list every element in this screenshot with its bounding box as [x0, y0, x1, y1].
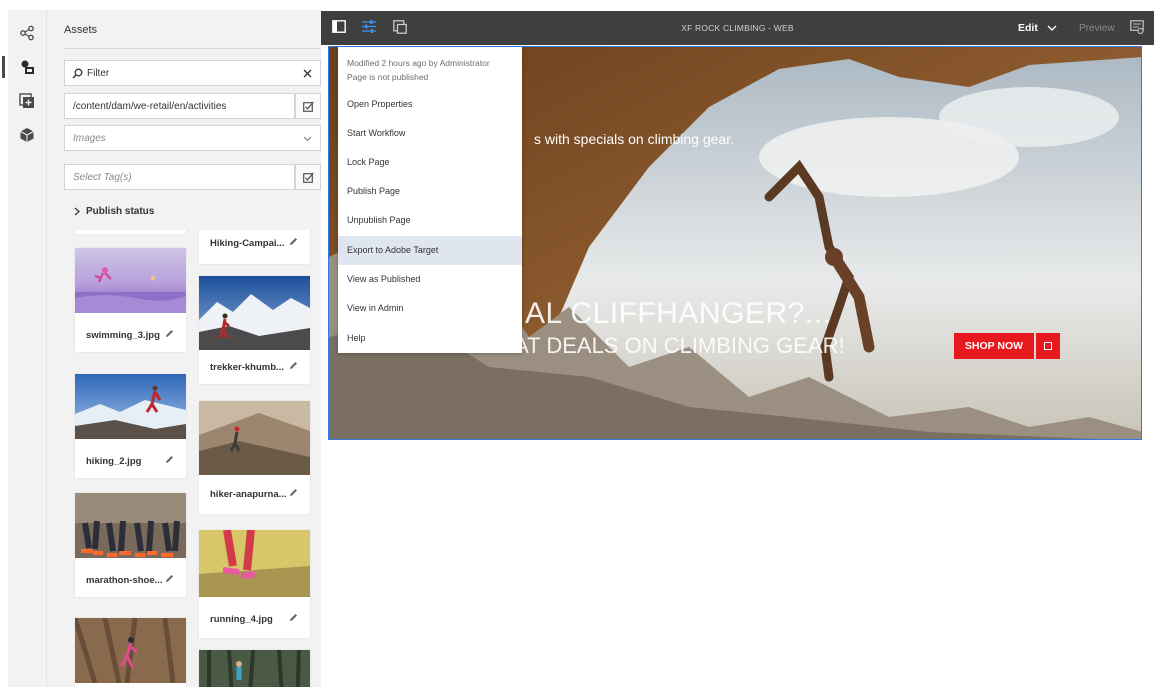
menu-item-publish-page[interactable]: Publish Page [338, 177, 522, 206]
asset-name: running_4.jpg [210, 614, 273, 625]
checkbox-icon [303, 101, 314, 112]
asset-card[interactable] [75, 618, 186, 687]
asset-thumbnail [199, 401, 310, 475]
edit-icon[interactable] [289, 613, 298, 622]
checkbox-icon [303, 172, 314, 183]
modified-info: Modified 2 hours ago by Administrator [347, 58, 490, 68]
divider [64, 48, 321, 49]
menu-item-label: Lock Page [347, 157, 390, 167]
path-browse-button[interactable] [295, 93, 321, 119]
edit-icon[interactable] [165, 455, 174, 464]
menu-item-view-in-admin[interactable]: View in Admin [338, 294, 522, 323]
editor-toolbar: XF ROCK CLIMBING - WEB Edit Preview [321, 11, 1154, 45]
mode-label: Edit [1018, 22, 1038, 34]
mode-selector[interactable]: Edit [1018, 22, 1057, 34]
asset-name: hiking_2.jpg [86, 456, 142, 467]
menu-item-label: Unpublish Page [347, 215, 411, 225]
chevron-down-icon [303, 136, 312, 142]
edit-icon[interactable] [289, 361, 298, 370]
asset-thumbnail [199, 276, 310, 350]
asset-card[interactable]: Hiking-Campai... [199, 230, 310, 264]
menu-item-export-to-adobe-target[interactable]: Export to Adobe Target [338, 236, 522, 265]
side-rail [2, 10, 47, 687]
shop-now-secondary-button[interactable] [1036, 333, 1060, 359]
asset-thumbnail [75, 374, 186, 439]
page-info: Modified 2 hours ago by Administrator Pa… [347, 56, 490, 84]
preview-button[interactable]: Preview [1079, 23, 1115, 34]
asset-card[interactable] [199, 650, 310, 687]
asset-thumbnail [75, 493, 186, 558]
asset-name: marathon-shoe... [86, 575, 163, 586]
asset-card[interactable]: swimming_3.jpg [75, 248, 186, 352]
menu-item-label: Start Workflow [347, 128, 406, 138]
menu-item-start-workflow[interactable]: Start Workflow [338, 119, 522, 148]
rail-item-content-fragments[interactable] [8, 118, 46, 152]
tags-field[interactable]: Select Tag(s) [64, 164, 321, 190]
menu-item-label: Open Properties [347, 99, 413, 109]
filter-field[interactable]: Filter [64, 60, 321, 86]
edit-icon[interactable] [165, 329, 174, 338]
edit-icon[interactable] [289, 488, 298, 497]
asset-card[interactable]: marathon-shoe... [75, 493, 186, 597]
placeholder-icon [1044, 342, 1052, 350]
menu-item-label: View as Published [347, 274, 421, 284]
asset-card[interactable]: trekker-khumb... [199, 276, 310, 384]
asset-type-select[interactable]: Images [64, 125, 321, 151]
asset-thumbnail [199, 530, 310, 597]
components-icon [19, 93, 34, 108]
rail-item-references[interactable] [8, 16, 46, 50]
asset-card[interactable]: hiking_2.jpg [75, 374, 186, 478]
menu-item-unpublish-page[interactable]: Unpublish Page [338, 206, 522, 235]
close-icon[interactable] [303, 69, 312, 78]
chevron-right-icon [74, 207, 80, 216]
content-fragments-icon [20, 128, 34, 142]
search-icon [72, 68, 83, 79]
hero-headline: AL CLIFFHANGER?... [525, 297, 832, 330]
publish-state: Page is not published [347, 72, 429, 82]
hero-subtitle: s with specials on climbing gear. [534, 131, 734, 147]
edit-icon[interactable] [165, 574, 174, 583]
asset-card[interactable] [75, 230, 186, 234]
tags-input[interactable]: Select Tag(s) [73, 172, 132, 183]
asset-name: swimming_3.jpg [86, 330, 160, 341]
menu-item-label: Help [347, 333, 366, 343]
path-input[interactable]: /content/dam/we-retail/en/activities [73, 101, 226, 112]
menu-item-label: View in Admin [347, 303, 404, 313]
panel-title: Assets [64, 24, 98, 36]
menu-item-open-properties[interactable]: Open Properties [338, 90, 522, 119]
page-info-menu: Modified 2 hours ago by Administrator Pa… [338, 47, 522, 353]
tags-picker-button[interactable] [295, 164, 321, 190]
menu-item-help[interactable]: Help [338, 324, 522, 353]
filter-input[interactable]: Filter [87, 68, 109, 79]
menu-item-label: Publish Page [347, 186, 401, 196]
publish-status-label: Publish status [86, 206, 155, 217]
shop-now-button[interactable]: SHOP NOW [954, 333, 1034, 359]
asset-name: trekker-khumb... [210, 362, 284, 373]
asset-name: hiker-anapurna... [210, 489, 287, 500]
asset-thumbnail [75, 248, 186, 313]
asset-card[interactable]: hiker-anapurna... [199, 401, 310, 514]
asset-name: Hiking-Campai... [210, 238, 285, 249]
chevron-down-icon [1047, 25, 1057, 32]
annotations-icon[interactable] [1130, 20, 1144, 34]
path-field[interactable]: /content/dam/we-retail/en/activities [64, 93, 321, 119]
publish-status-toggle[interactable]: Publish status [74, 206, 154, 217]
menu-item-lock-page[interactable]: Lock Page [338, 148, 522, 177]
edit-icon[interactable] [289, 237, 298, 246]
asset-card[interactable]: running_4.jpg [199, 530, 310, 638]
assets-icon [21, 60, 34, 74]
rail-item-components[interactable] [8, 84, 46, 118]
menu-item-view-as-published[interactable]: View as Published [338, 265, 522, 294]
rail-item-assets[interactable] [2, 50, 46, 84]
share-icon [20, 25, 34, 41]
asset-list: swimming_3.jpg hiking_2.jpg marathon-sho… [47, 230, 321, 687]
asset-thumbnail [199, 650, 310, 687]
menu-item-label: Export to Adobe Target [347, 245, 439, 255]
assets-panel: Assets Filter /content/dam/we-retail/en/… [47, 10, 321, 687]
asset-thumbnail [75, 618, 186, 683]
asset-type-value: Images [73, 133, 106, 144]
